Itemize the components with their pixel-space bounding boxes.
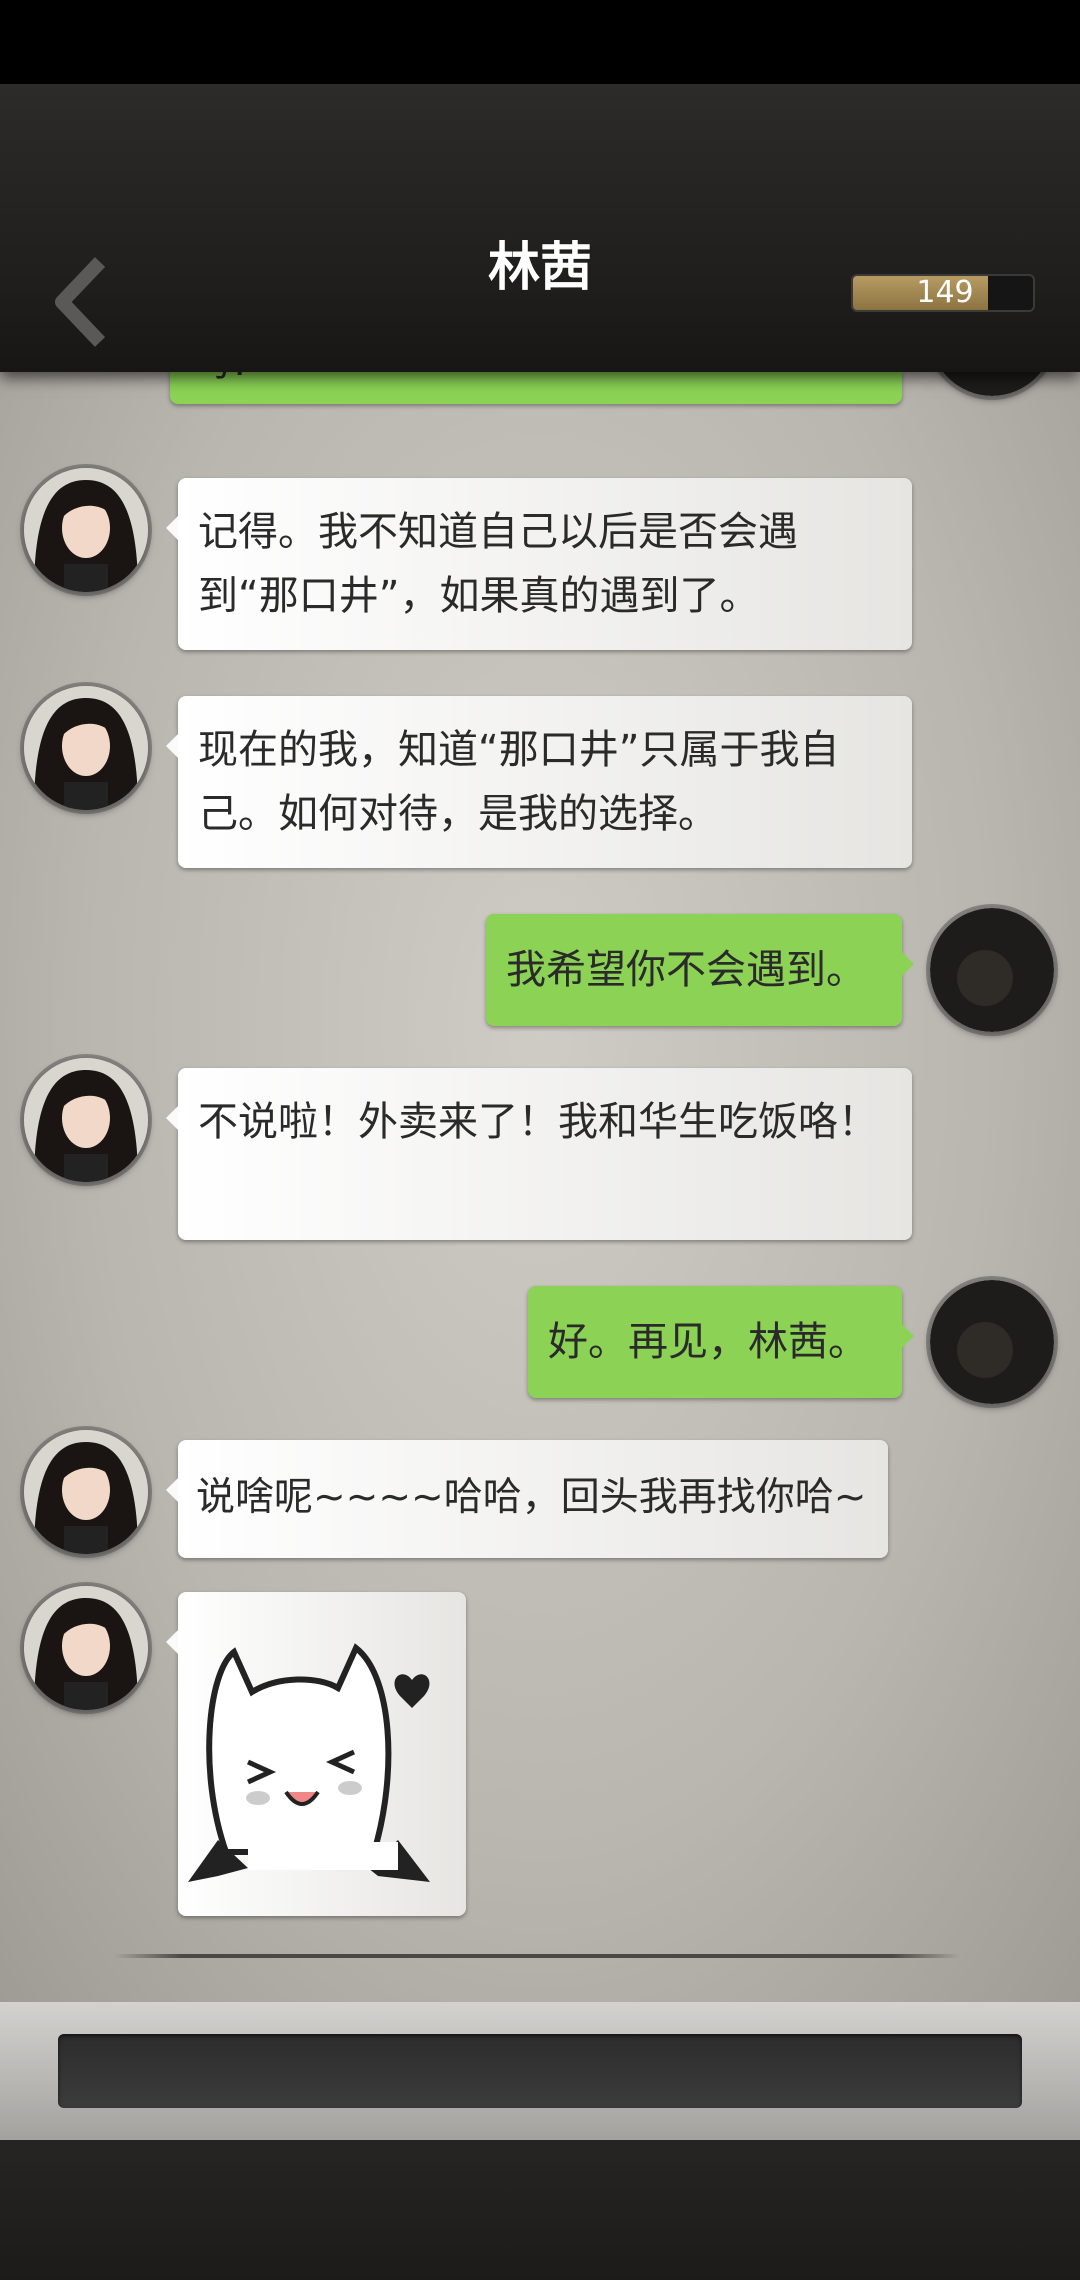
- avatar-linxi: [24, 468, 148, 592]
- message-bubble-incoming: 说啥呢~~~~哈哈，回头我再找你哈~: [166, 1440, 888, 1558]
- message-bubble-outgoing: 我希望你不会遇到。: [486, 914, 914, 1026]
- avatar-linxi: [24, 686, 148, 810]
- sticker-bubble: [166, 1592, 466, 1916]
- history-divider: [114, 1954, 960, 1958]
- energy-meter: 149: [851, 274, 1035, 312]
- avatar-linxi: [24, 1586, 148, 1710]
- message-text: 好。再见，林茜。: [548, 1319, 868, 1365]
- message-text: 现在的我，知道“那口井”只属于我自己。如何对待，是我的选择。: [198, 727, 840, 837]
- message-text: 记得。我不知道自己以后是否会遇到“那口井”，如果真的遇到了。: [198, 509, 798, 619]
- message-text: 说啥呢~~~~哈哈，回头我再找你哈~: [196, 1475, 867, 1520]
- message-bubble-incoming: 现在的我，知道“那口井”只属于我自己。如何对待，是我的选择。: [166, 696, 912, 868]
- message-bubble-incoming: 不说啦！外卖来了！我和华生吃饭咯！: [166, 1068, 912, 1240]
- message-input-field[interactable]: [58, 2034, 1022, 2108]
- message-text: 不说啦！外卖来了！我和华生吃饭咯！: [198, 1099, 878, 1145]
- message-text: 我希望你不会遇到。: [506, 947, 866, 993]
- message-list[interactable]: 吗? 记得。我不知道自己以后是否会遇到“那口井”，如果真的遇到了。 现在的我，知…: [0, 372, 1080, 2002]
- avatar-self: [930, 372, 1054, 396]
- message-bubble-outgoing: 吗?: [170, 372, 914, 404]
- avatar-self: [930, 1280, 1054, 1404]
- status-bar: [0, 0, 1080, 84]
- energy-value: 149: [916, 275, 974, 310]
- vampire-cat-sticker: [188, 1643, 430, 1882]
- avatar-linxi: [24, 1058, 148, 1182]
- avatar-self: [930, 908, 1054, 1032]
- bottom-panel: [0, 2140, 1080, 2280]
- chat-header: [0, 84, 1080, 372]
- message-text: 吗?: [190, 372, 251, 385]
- message-bubble-incoming: 记得。我不知道自己以后是否会遇到“那口井”，如果真的遇到了。: [166, 478, 912, 650]
- message-bubble-outgoing: 好。再见，林茜。: [528, 1286, 914, 1398]
- avatar-linxi: [24, 1430, 148, 1554]
